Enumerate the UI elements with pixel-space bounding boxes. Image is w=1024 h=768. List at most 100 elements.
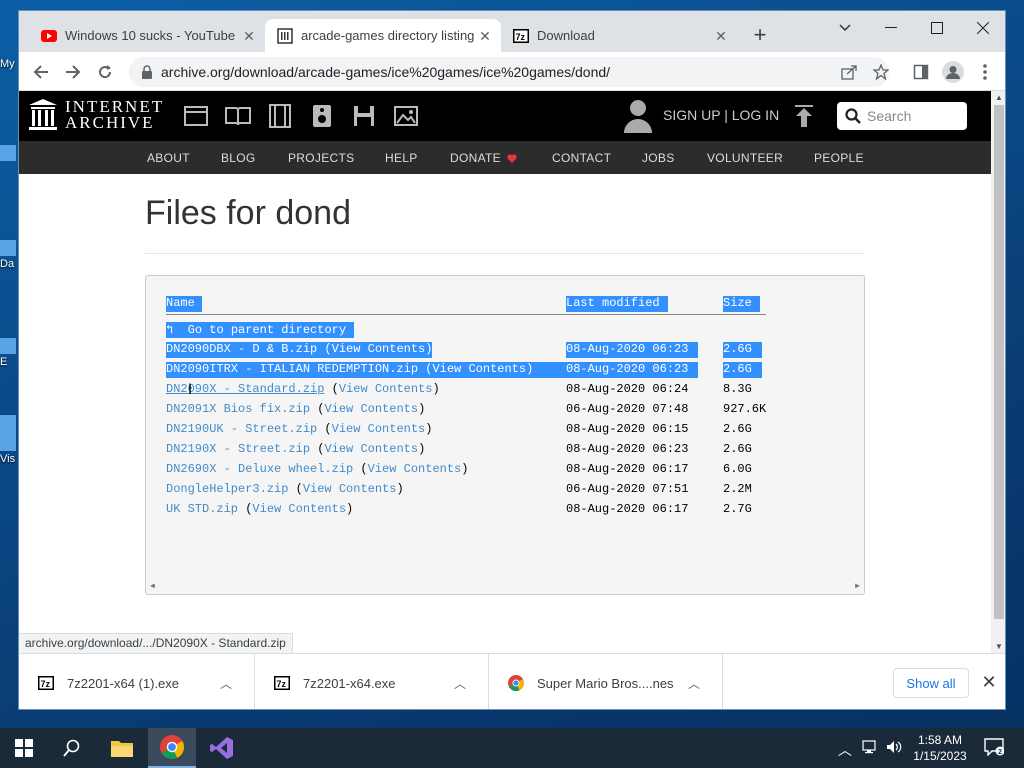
file-link[interactable]: DongleHelper3.zip (166, 482, 288, 496)
close-tab-icon[interactable]: ✕ (241, 28, 257, 44)
menu-kebab-icon[interactable] (973, 60, 997, 84)
address-bar[interactable]: archive.org/download/arcade-games/ice%20… (129, 57, 889, 87)
desktop-icon[interactable]: Da (0, 240, 18, 270)
taskbar-file-explorer[interactable] (98, 728, 146, 768)
parent-directory-link[interactable]: ↰ Go to parent directory (166, 322, 355, 338)
file-link[interactable]: DN2090ITRX - ITALIAN REDEMPTION.zip (166, 362, 418, 376)
view-contents-link[interactable]: View Contents (368, 462, 462, 476)
scroll-right-icon[interactable]: ▶ (855, 581, 860, 591)
scrollbar-thumb[interactable] (994, 105, 1004, 619)
scroll-left-icon[interactable]: ◀ (150, 581, 155, 591)
start-button[interactable] (0, 728, 48, 768)
scroll-up-icon[interactable]: ▲ (995, 93, 1003, 102)
taskbar-visual-studio[interactable] (198, 728, 246, 768)
horizontal-scrollbar[interactable]: ◀ ▶ (146, 578, 864, 594)
nav-donate[interactable]: DONATE (450, 151, 517, 165)
file-link[interactable]: DN2690X - Deluxe wheel.zip (166, 462, 353, 476)
file-date: 08-Aug-2020 06:24 (566, 382, 689, 396)
software-icon[interactable] (351, 104, 377, 128)
desktop-icon[interactable]: Vis (0, 415, 18, 465)
texts-icon[interactable] (225, 104, 251, 128)
file-size: 927.6K (723, 402, 767, 416)
close-window-button[interactable] (968, 15, 998, 41)
reload-button[interactable] (93, 60, 117, 84)
column-header-name[interactable]: Name (166, 296, 202, 312)
chevron-up-icon[interactable]: ︿ (454, 675, 470, 692)
upload-icon[interactable] (795, 105, 813, 127)
close-tab-icon[interactable]: ✕ (477, 28, 493, 44)
file-link[interactable]: DN2091X Bios fix.zip (166, 402, 310, 416)
tab-download[interactable]: 7z Download ✕ (501, 19, 737, 52)
back-button[interactable] (29, 60, 53, 84)
audio-icon[interactable] (309, 104, 335, 128)
share-icon[interactable] (837, 60, 861, 84)
minimize-button[interactable] (876, 15, 906, 41)
column-header-modified[interactable]: Last modified (566, 296, 668, 312)
ia-search-box[interactable]: Search (837, 102, 967, 130)
view-contents-link[interactable]: View Contents (303, 482, 397, 496)
user-icon[interactable] (623, 99, 653, 133)
web-icon[interactable] (183, 104, 209, 128)
nav-about[interactable]: ABOUT (147, 151, 190, 165)
file-size: 2.6G (723, 422, 752, 436)
download-item[interactable]: 7z 7z2201-x64 (1).exe ︿ (19, 654, 255, 709)
nav-contact[interactable]: CONTACT (552, 151, 611, 165)
nav-projects[interactable]: PROJECTS (288, 151, 354, 165)
view-contents-link[interactable]: View Contents (324, 402, 418, 416)
column-header-size[interactable]: Size (723, 296, 760, 312)
desktop-icon[interactable]: E (0, 338, 18, 368)
nav-volunteer[interactable]: VOLUNTEER (707, 151, 783, 165)
side-panel-icon[interactable] (909, 60, 933, 84)
volume-icon[interactable] (886, 740, 902, 757)
view-contents-link[interactable]: View Contents (332, 422, 426, 436)
svg-text:7z: 7z (41, 679, 51, 689)
scroll-down-icon[interactable]: ▼ (995, 642, 1003, 651)
nav-blog[interactable]: BLOG (221, 151, 256, 165)
network-icon[interactable] (862, 740, 878, 757)
chevron-up-icon[interactable]: ︿ (220, 675, 236, 692)
video-icon[interactable] (267, 104, 293, 128)
close-tab-icon[interactable]: ✕ (713, 28, 729, 44)
signup-login-link[interactable]: SIGN UP | LOG IN (663, 107, 779, 123)
view-contents-link[interactable]: View Contents (332, 342, 426, 356)
vertical-scrollbar[interactable]: ▲ ▼ (991, 91, 1005, 653)
show-all-downloads-button[interactable]: Show all (893, 668, 969, 698)
view-contents-link[interactable]: View Contents (324, 442, 418, 456)
download-item[interactable]: Super Mario Bros....nes ︿ (489, 654, 723, 709)
maximize-button[interactable] (922, 15, 952, 41)
images-icon[interactable] (393, 104, 419, 128)
nav-people[interactable]: PEOPLE (814, 151, 864, 165)
file-link[interactable]: DN2190X - Street.zip (166, 442, 310, 456)
file-link[interactable]: DN2190UK - Street.zip (166, 422, 317, 436)
tab-archive[interactable]: arcade-games directory listing ✕ (265, 19, 501, 52)
desktop-icon[interactable]: My (0, 58, 18, 70)
file-link[interactable]: DN2090DBX - D & B.zip (166, 342, 317, 356)
nav-help[interactable]: HELP (385, 151, 418, 165)
file-link-row: DN2190X - Street.zip (View Contents) (166, 442, 426, 456)
url-text[interactable]: archive.org/download/arcade-games/ice%20… (161, 64, 610, 80)
tab-search-icon[interactable] (830, 15, 860, 41)
close-download-shelf-icon[interactable]: ✕ (979, 672, 999, 692)
download-item[interactable]: 7z 7z2201-x64.exe ︿ (255, 654, 489, 709)
chrome-icon (160, 735, 184, 759)
tab-youtube[interactable]: Windows 10 sucks - YouTube ✕ (29, 19, 265, 52)
view-contents-link[interactable]: View Contents (432, 362, 526, 376)
taskbar-search-button[interactable] (48, 728, 96, 768)
nav-jobs[interactable]: JOBS (642, 151, 675, 165)
forward-button[interactable] (61, 60, 85, 84)
notifications-icon[interactable]: 2 (984, 738, 1005, 759)
view-contents-link[interactable]: View Contents (252, 502, 346, 516)
profile-avatar-icon[interactable] (941, 60, 965, 84)
chevron-up-icon[interactable]: ︿ (688, 675, 704, 692)
taskbar-clock[interactable]: 1:58 AM 1/15/2023 (908, 732, 972, 764)
bookmark-star-icon[interactable] (869, 60, 893, 84)
tray-overflow-icon[interactable]: ︿ (838, 740, 852, 760)
file-link[interactable]: UK STD.zip (166, 502, 238, 516)
taskbar-chrome[interactable] (148, 728, 196, 768)
windows-taskbar: ︿ 1:58 AM 1/15/2023 2 (0, 728, 1024, 768)
new-tab-button[interactable]: + (749, 24, 771, 47)
desktop-icon[interactable] (0, 145, 18, 163)
view-contents-link[interactable]: View Contents (339, 382, 433, 396)
ia-logo[interactable]: INTERNET ARCHIVE (29, 98, 164, 131)
lock-icon[interactable] (141, 65, 153, 79)
